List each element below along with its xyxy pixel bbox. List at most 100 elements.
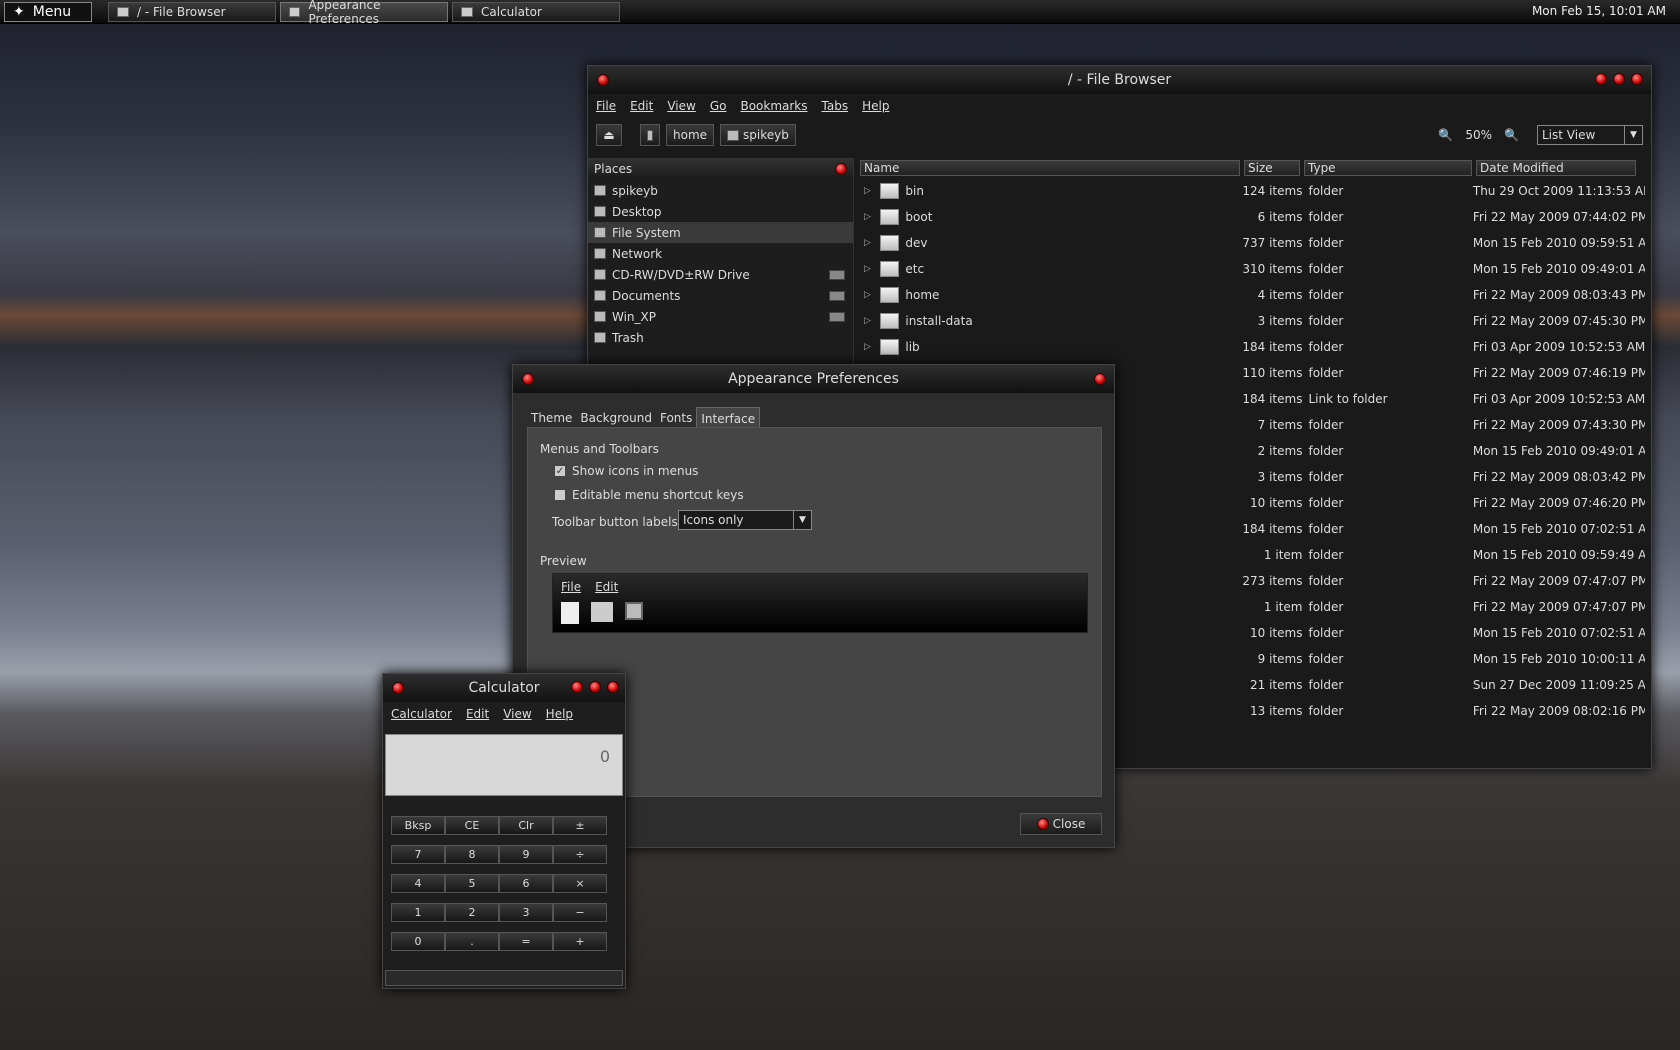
menu-edit[interactable]: Edit: [466, 707, 489, 721]
calc-key-button[interactable]: 6: [499, 874, 553, 893]
expander-icon[interactable]: ▷: [864, 316, 874, 326]
calc-key-button[interactable]: ÷: [553, 845, 607, 864]
appearance-titlebar[interactable]: Appearance Preferences: [513, 365, 1114, 393]
calc-key-button[interactable]: 3: [499, 903, 553, 922]
file-row[interactable]: ▷ etc 310 items folder Mon 15 Feb 2010 09:49…: [860, 256, 1645, 282]
toggle-location-button[interactable]: ⏏: [596, 124, 622, 146]
calc-key-button[interactable]: CE: [445, 816, 499, 835]
toolbar-labels-select[interactable]: Icons only ▼: [678, 510, 812, 530]
calc-key-button[interactable]: Bksp: [391, 816, 445, 835]
eject-icon[interactable]: [829, 290, 845, 301]
show-icons-checkbox[interactable]: ✓: [554, 465, 566, 477]
drive-icon: [594, 311, 606, 322]
column-size[interactable]: Size: [1244, 160, 1300, 176]
task-appearance[interactable]: Appearance Preferences: [280, 0, 448, 26]
menu-edit[interactable]: Edit: [630, 99, 653, 113]
calc-key-button[interactable]: 9: [499, 845, 553, 864]
expander-icon[interactable]: ▷: [864, 342, 874, 352]
zoom-out-icon[interactable]: 🔍: [1438, 128, 1453, 142]
column-name[interactable]: Name: [860, 160, 1240, 176]
file-row[interactable]: ▷ install-data 3 items folder Fri 22 May 200…: [860, 308, 1645, 334]
file-row[interactable]: ▷ bin 124 items folder Thu 29 Oct 2009 11:13…: [860, 178, 1645, 204]
menu-tabs[interactable]: Tabs: [822, 99, 849, 113]
maximize-button[interactable]: [1613, 73, 1625, 85]
toolbar-labels-value: Icons only: [683, 513, 744, 527]
calculator-titlebar[interactable]: Calculator: [383, 674, 625, 702]
file-row[interactable]: ▷ dev 737 items folder Mon 15 Feb 2010 09:59…: [860, 230, 1645, 256]
clock[interactable]: Mon Feb 15, 10:01 AM: [1532, 4, 1666, 18]
calc-key-button[interactable]: Clr: [499, 816, 553, 835]
calc-key-button[interactable]: ±: [553, 816, 607, 835]
close-button[interactable]: [607, 681, 619, 693]
eject-icon[interactable]: [829, 311, 845, 322]
window-menu-icon[interactable]: [522, 373, 534, 385]
expander-icon[interactable]: ▷: [864, 186, 874, 196]
place-documents[interactable]: Documents: [588, 285, 853, 306]
menu-help[interactable]: Help: [862, 99, 889, 113]
task-label: Calculator: [481, 5, 542, 19]
tab-interface[interactable]: Interface: [696, 407, 761, 429]
close-button[interactable]: [1094, 373, 1106, 385]
tab-theme[interactable]: Theme: [527, 407, 576, 429]
place-trash[interactable]: Trash: [588, 327, 853, 348]
menu-calculator[interactable]: Calculator: [391, 707, 452, 721]
maximize-button[interactable]: [589, 681, 601, 693]
places-header[interactable]: Places: [588, 158, 853, 180]
calc-key-button[interactable]: −: [553, 903, 607, 922]
menu-bookmarks[interactable]: Bookmarks: [740, 99, 807, 113]
calc-key-button[interactable]: 7: [391, 845, 445, 864]
minimize-button[interactable]: [1595, 73, 1607, 85]
calc-key-button[interactable]: 4: [391, 874, 445, 893]
file-row[interactable]: ▷ lib 184 items folder Fri 03 Apr 2009 10:52…: [860, 334, 1645, 360]
place-spikeyb[interactable]: spikeyb: [588, 180, 853, 201]
file-browser-titlebar[interactable]: / - File Browser: [588, 66, 1651, 94]
calc-key-button[interactable]: 8: [445, 845, 499, 864]
minimize-button[interactable]: [571, 681, 583, 693]
menu-help[interactable]: Help: [546, 707, 573, 721]
place-win-xp[interactable]: Win_XP: [588, 306, 853, 327]
close-sidebar-icon[interactable]: [835, 163, 847, 175]
calc-key-button[interactable]: =: [499, 932, 553, 951]
expander-icon[interactable]: ▷: [864, 212, 874, 222]
path-spikeyb-button[interactable]: spikeyb: [720, 124, 796, 146]
editable-shortcuts-option[interactable]: Editable menu shortcut keys: [554, 488, 744, 502]
menu-file[interactable]: File: [596, 99, 616, 113]
tab-fonts[interactable]: Fonts: [656, 407, 696, 429]
close-button[interactable]: [1631, 73, 1643, 85]
column-type[interactable]: Type: [1304, 160, 1472, 176]
menu-go[interactable]: Go: [710, 99, 727, 113]
calc-key-button[interactable]: 1: [391, 903, 445, 922]
eject-icon[interactable]: [829, 269, 845, 280]
place-cdrw[interactable]: CD-RW/DVD±RW Drive: [588, 264, 853, 285]
path-home-button[interactable]: home: [666, 124, 715, 146]
main-menu-button[interactable]: ✦ Menu: [4, 2, 92, 22]
root-path-button[interactable]: [640, 124, 660, 146]
expander-icon[interactable]: ▷: [864, 238, 874, 248]
file-row[interactable]: ▷ boot 6 items folder Fri 22 May 2009 07:44:…: [860, 204, 1645, 230]
zoom-in-icon[interactable]: 🔍: [1504, 128, 1519, 142]
calc-key-button[interactable]: 0: [391, 932, 445, 951]
place-file-system[interactable]: File System: [588, 222, 853, 243]
calc-key-button[interactable]: .: [445, 932, 499, 951]
expander-icon[interactable]: ▷: [864, 264, 874, 274]
close-dialog-button[interactable]: Close: [1020, 813, 1102, 835]
menu-view[interactable]: View: [667, 99, 695, 113]
tab-background[interactable]: Background: [576, 407, 656, 429]
task-calculator[interactable]: Calculator: [452, 2, 620, 22]
file-row[interactable]: ▷ home 4 items folder Fri 22 May 2009 08:03:…: [860, 282, 1645, 308]
window-menu-icon[interactable]: [392, 682, 404, 694]
expander-icon[interactable]: ▷: [864, 290, 874, 300]
column-date[interactable]: Date Modified: [1476, 160, 1636, 176]
window-menu-icon[interactable]: [597, 74, 609, 86]
calc-key-button[interactable]: 2: [445, 903, 499, 922]
calc-key-button[interactable]: +: [553, 932, 607, 951]
task-file-browser[interactable]: / - File Browser: [108, 2, 276, 22]
view-mode-select[interactable]: List View ▼: [1537, 125, 1643, 145]
calc-key-button[interactable]: 5: [445, 874, 499, 893]
place-desktop[interactable]: Desktop: [588, 201, 853, 222]
editable-shortcuts-checkbox[interactable]: [554, 489, 566, 501]
show-icons-option[interactable]: ✓ Show icons in menus: [554, 464, 698, 478]
calc-key-button[interactable]: ×: [553, 874, 607, 893]
menu-view[interactable]: View: [503, 707, 531, 721]
place-network[interactable]: Network: [588, 243, 853, 264]
